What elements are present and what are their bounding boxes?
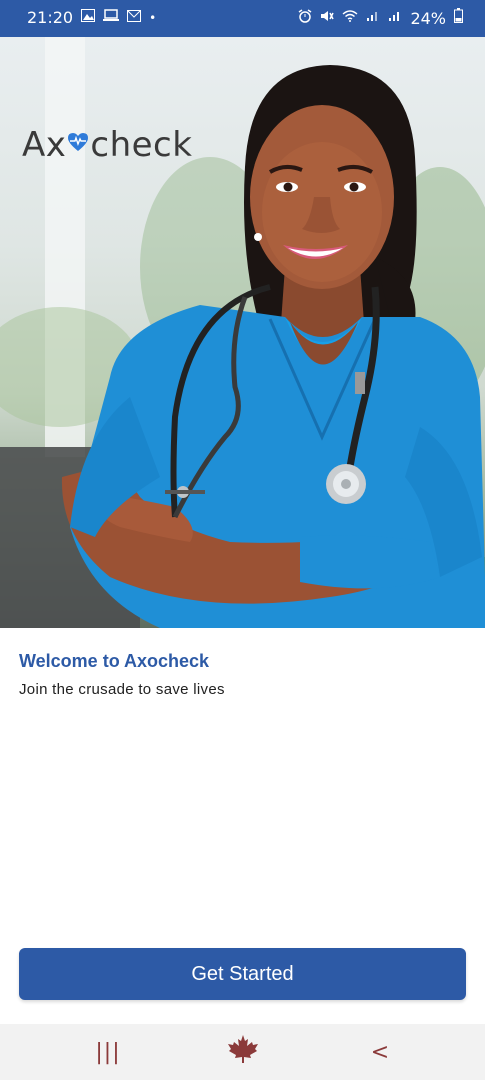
recent-apps-button[interactable]: ||| [88, 1038, 128, 1066]
recent-apps-icon: ||| [95, 1039, 121, 1065]
signal-icon [366, 9, 380, 27]
status-bar: 21:20 • 24% [0, 0, 485, 37]
maple-leaf-icon [227, 1034, 259, 1070]
get-started-button[interactable]: Get Started [19, 948, 466, 1000]
mail-icon [127, 9, 142, 27]
clock: 21:20 [27, 8, 74, 27]
alarm-icon [298, 8, 312, 28]
signal-icon [388, 9, 402, 27]
status-left: 21:20 • [27, 8, 156, 27]
gallery-icon [81, 8, 96, 27]
home-button[interactable] [223, 1035, 263, 1066]
logo-text-left: Ax [22, 125, 67, 165]
battery-icon [454, 8, 463, 28]
heart-pulse-icon [67, 130, 89, 160]
navigation-bar: ||| < [0, 1024, 485, 1080]
wifi-icon [342, 9, 358, 27]
laptop-icon [103, 8, 120, 27]
mute-icon [320, 9, 335, 28]
axocheck-logo: Ax check [22, 125, 192, 165]
dot-icon: • [149, 10, 157, 25]
hero-image: Ax check [0, 37, 485, 628]
welcome-title: Welcome to Axocheck [19, 651, 210, 671]
back-button[interactable]: < [360, 1038, 400, 1066]
welcome-subtitle: Join the crusade to save lives [19, 681, 225, 698]
logo-text-right: check [90, 125, 193, 165]
screen: 21:20 • 24% Ax check Welcome to Axocheck… [0, 0, 485, 1080]
status-right: 24% [298, 8, 463, 28]
battery-percent: 24% [410, 8, 446, 28]
back-icon: < [370, 1039, 390, 1065]
